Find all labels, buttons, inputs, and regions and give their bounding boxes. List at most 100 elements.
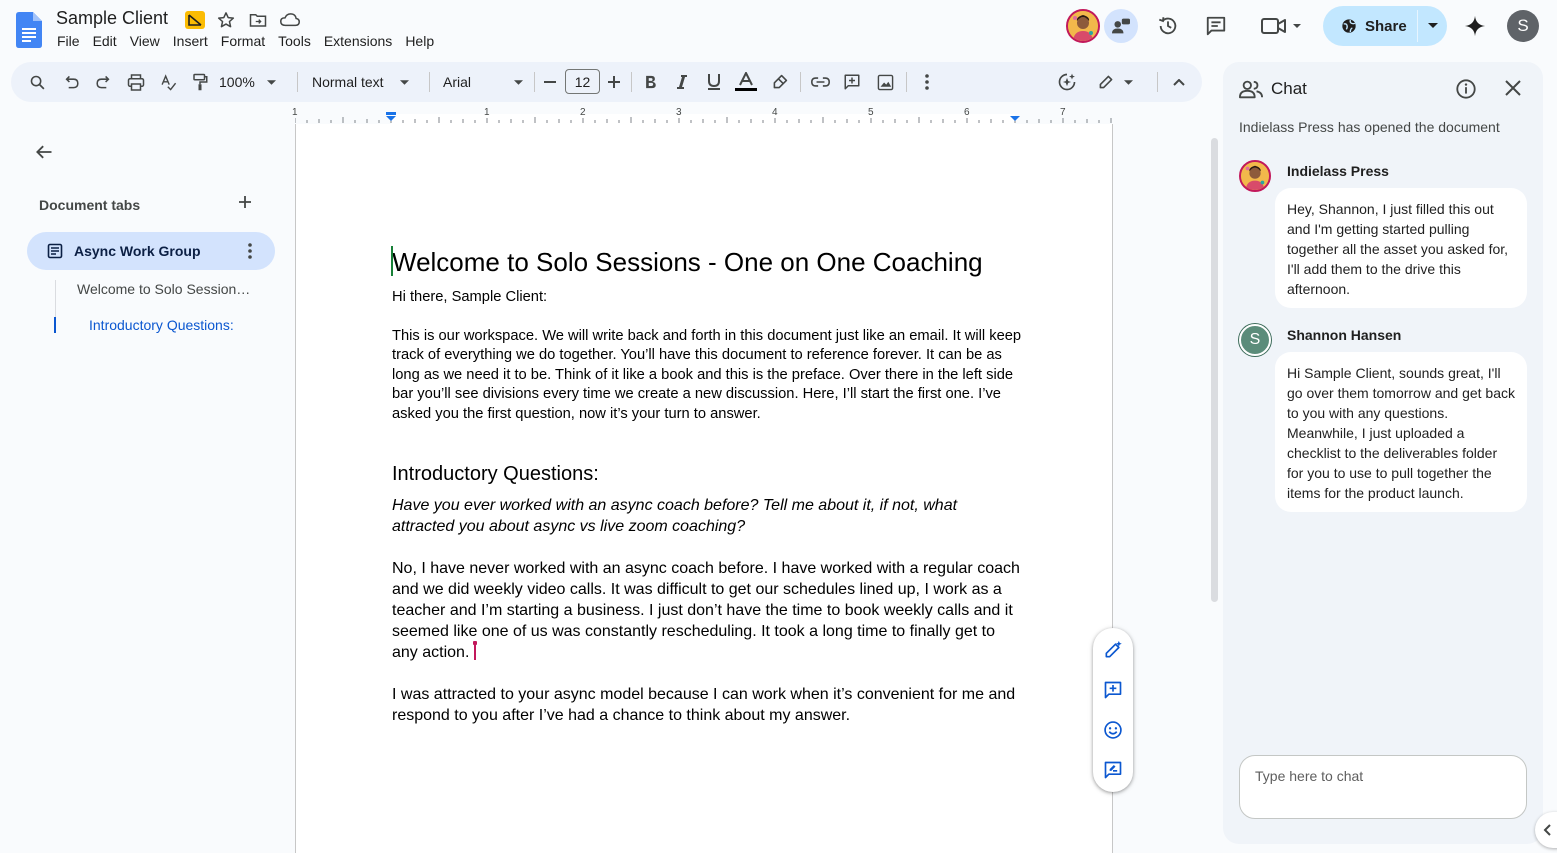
outline-item-introductory-questions[interactable]: Introductory Questions: <box>89 317 234 333</box>
chat-input[interactable] <box>1239 755 1527 819</box>
search-icon[interactable] <box>25 66 49 98</box>
title-bar: Sample Client File Edit View Insert Form… <box>0 0 1557 60</box>
share-divider <box>1417 10 1418 42</box>
menu-tools[interactable]: Tools <box>278 33 311 49</box>
answer-paragraph-2[interactable]: I was attracted to your async model beca… <box>392 684 1022 726</box>
menu-edit[interactable]: Edit <box>93 33 117 49</box>
more-icon[interactable] <box>240 241 260 261</box>
menu-insert[interactable]: Insert <box>173 33 208 49</box>
add-comment-icon[interactable] <box>1103 680 1123 700</box>
toolbar-separator <box>429 72 430 92</box>
intro-paragraph[interactable]: This is our workspace. We will write bac… <box>392 327 1022 425</box>
suggest-edit-icon[interactable] <box>1103 760 1123 780</box>
chat-sender-name: Shannon Hansen <box>1287 327 1402 343</box>
star-icon[interactable] <box>215 10 237 30</box>
print-icon[interactable] <box>124 66 148 98</box>
greeting-paragraph[interactable]: Hi there, Sample Client: <box>392 288 1022 308</box>
font-size-input[interactable]: 12 <box>565 69 600 94</box>
document-icon <box>47 243 63 259</box>
menu-format[interactable]: Format <box>221 33 265 49</box>
increase-font-size-icon[interactable] <box>605 66 623 98</box>
ruler[interactable]: 1 1 2 3 4 5 6 7 <box>292 104 1113 124</box>
menu-view[interactable]: View <box>130 33 160 49</box>
chat-toggle-button[interactable] <box>1104 9 1138 43</box>
menu-bar: File Edit View Insert Format Tools Exten… <box>57 33 447 49</box>
chevron-down-icon <box>514 79 523 85</box>
ai-edit-icon[interactable] <box>1103 640 1123 660</box>
document-heading-1[interactable]: Welcome to Solo Sessions - One on One Co… <box>391 246 1022 278</box>
user-avatar[interactable]: S <box>1507 10 1539 42</box>
menu-help[interactable]: Help <box>405 33 434 49</box>
tab-async-work-group[interactable]: Async Work Group <box>27 232 275 270</box>
decrease-font-size-icon[interactable] <box>541 66 559 98</box>
toolbar-separator <box>800 72 801 92</box>
collapse-side-panel-button[interactable] <box>1535 812 1557 848</box>
chevron-down-icon <box>1123 79 1133 85</box>
font-select[interactable]: Arial <box>443 66 523 98</box>
bold-icon[interactable] <box>638 66 662 98</box>
share-label: Share <box>1365 17 1407 35</box>
link-icon[interactable] <box>808 66 832 98</box>
outline-item-welcome[interactable]: Welcome to Solo Sessions - One on One Co… <box>77 281 257 297</box>
version-history-icon[interactable] <box>1152 10 1184 42</box>
question-paragraph[interactable]: Have you ever worked with an async coach… <box>392 495 1022 537</box>
document-title[interactable]: Sample Client <box>56 8 168 29</box>
highlight-icon[interactable] <box>768 66 792 98</box>
edit-mode-select[interactable] <box>1095 66 1135 98</box>
chat-panel: Chat Indielass Press has opened the docu… <box>1223 62 1543 844</box>
toolbar-separator <box>906 72 907 92</box>
add-comment-icon[interactable] <box>840 66 864 98</box>
ruler-number: 3 <box>676 107 682 118</box>
paint-format-icon[interactable] <box>188 66 212 98</box>
document-tabs-heading: Document tabs <box>39 197 141 213</box>
ruler-number: 1 <box>292 107 298 118</box>
style-value: Normal text <box>312 74 384 90</box>
ruler-ticks <box>295 104 1113 124</box>
ruler-number: 1 <box>484 107 490 118</box>
back-arrow-icon[interactable] <box>34 142 58 166</box>
ruler-number: 4 <box>772 107 778 118</box>
document-scrollbar-thumb[interactable] <box>1211 138 1218 602</box>
emoji-icon[interactable] <box>1103 720 1123 740</box>
answer-paragraph-1[interactable]: No, I have never worked with an async co… <box>392 558 1022 663</box>
chevron-up-icon[interactable] <box>1167 66 1191 98</box>
text-color-icon[interactable] <box>734 66 758 98</box>
comments-icon[interactable] <box>1200 10 1232 42</box>
menu-extensions[interactable]: Extensions <box>324 33 392 49</box>
floating-actions-bar <box>1093 628 1133 792</box>
add-tab-icon[interactable] <box>238 195 258 215</box>
ai-assist-icon[interactable] <box>1055 66 1079 98</box>
underline-icon[interactable] <box>702 66 726 98</box>
collaborator-avatar[interactable] <box>1066 9 1100 43</box>
chevron-down-icon <box>266 79 276 85</box>
meet-icon[interactable] <box>1256 10 1306 42</box>
move-folder-icon[interactable] <box>247 10 269 30</box>
menu-file[interactable]: File <box>57 33 80 49</box>
image-icon[interactable] <box>873 66 897 98</box>
document-page[interactable]: Welcome to Solo Sessions - One on One Co… <box>295 124 1113 853</box>
zoom-select[interactable]: 100% <box>219 66 287 98</box>
document-heading-2[interactable]: Introductory Questions: <box>392 461 1022 487</box>
info-icon[interactable] <box>1455 78 1479 102</box>
spellcheck-icon[interactable] <box>156 66 180 98</box>
chat-title: Chat <box>1271 79 1307 98</box>
share-main-button[interactable]: Share <box>1323 6 1417 46</box>
slides-badge-icon[interactable] <box>184 10 206 30</box>
more-icon[interactable] <box>915 66 939 98</box>
share-button[interactable]: Share <box>1323 6 1447 46</box>
zoom-value: 100% <box>219 74 255 90</box>
italic-icon[interactable] <box>670 66 694 98</box>
gemini-icon[interactable] <box>1460 10 1490 42</box>
heading-1-text: Welcome to Solo Sessions - One on One Co… <box>392 247 983 277</box>
undo-icon[interactable] <box>59 66 83 98</box>
avatar: S <box>1239 324 1271 356</box>
avatar <box>1239 160 1271 192</box>
toolbar: 100% Normal text Arial 12 <box>11 62 1202 102</box>
cloud-saved-icon[interactable] <box>279 10 301 30</box>
share-dropdown-icon[interactable] <box>1419 6 1447 46</box>
close-icon[interactable] <box>1503 78 1527 102</box>
docs-logo[interactable] <box>16 12 42 48</box>
style-select[interactable]: Normal text <box>312 66 416 98</box>
document-body[interactable]: Welcome to Solo Sessions - One on One Co… <box>391 246 1022 747</box>
redo-icon[interactable] <box>91 66 115 98</box>
